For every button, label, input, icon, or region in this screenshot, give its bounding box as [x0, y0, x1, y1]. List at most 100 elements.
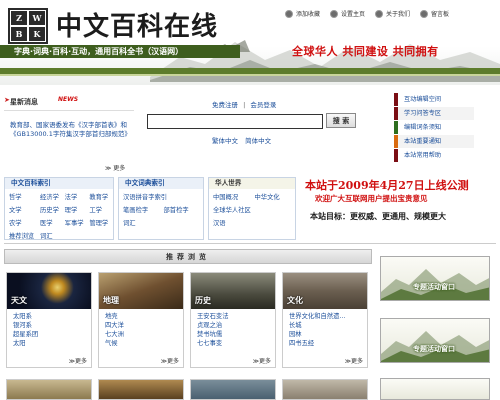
card-more-link[interactable]: ≫更多 — [345, 356, 363, 365]
card-link[interactable]: 七大洲 — [105, 330, 177, 339]
card-link[interactable]: 四书五经 — [289, 339, 361, 348]
recommend-card[interactable]: 天文 太阳系 银河系 超星系团 太阳 ≫更多 — [6, 272, 92, 368]
side-menu-item[interactable]: 互动编辑空间 — [394, 93, 474, 106]
encyclopedia-index: 中文百科索引 哲学 经济学 法学 教育学 文学 历史学 理学 工学 农学 医学 … — [4, 177, 114, 240]
card-link[interactable]: 七七事变 — [197, 339, 269, 348]
category-link[interactable]: 哲学 — [9, 192, 35, 201]
logo-letter: Z — [10, 10, 28, 26]
category-link[interactable]: 法学 — [65, 192, 85, 201]
top-link-label: 添加收藏 — [296, 11, 321, 18]
side-menu-item[interactable]: 本站常用帮助 — [394, 149, 474, 162]
card-label: 天文 — [11, 296, 27, 305]
login-link[interactable]: 会员登录 — [250, 101, 276, 109]
news-more-label: 更多 — [113, 165, 126, 172]
card-label: 地理 — [103, 296, 119, 305]
recommend-card-partial[interactable] — [98, 379, 184, 400]
top-link-label: 留言板 — [431, 11, 450, 18]
register-link[interactable]: 免费注册 — [212, 101, 238, 109]
slogan: 全球华人 共同建设 共同拥有 — [292, 45, 439, 58]
search-button[interactable]: 搜 索 — [326, 113, 356, 128]
category-link[interactable]: 部首检字 — [164, 205, 200, 214]
side-menu-item[interactable]: 学习问答专区 — [394, 107, 474, 120]
card-link[interactable]: 银河系 — [13, 321, 85, 330]
category-link[interactable]: 词汇 — [40, 231, 60, 240]
event-banner[interactable]: 专题活动窗口 — [380, 318, 490, 363]
card-link[interactable]: 长城 — [289, 321, 361, 330]
category-link[interactable]: 汉语拼音字索引 — [123, 192, 199, 201]
card-link[interactable]: 太阳 — [13, 339, 85, 348]
card-link[interactable]: 气候 — [105, 339, 177, 348]
category-link[interactable]: 词汇 — [123, 218, 159, 227]
category-link[interactable]: 军事学 — [65, 218, 85, 227]
auth-separator: | — [243, 101, 246, 109]
event-banner-partial[interactable] — [380, 378, 490, 400]
card-link[interactable]: 太阳系 — [13, 312, 85, 321]
category-link[interactable]: 理学 — [65, 205, 85, 214]
category-link[interactable]: 教育学 — [89, 192, 109, 201]
home-icon — [330, 9, 339, 18]
announcement-subtitle: 欢迎广大互联网用户提出宝贵意见 — [315, 194, 428, 203]
card-more-link[interactable]: ≫更多 — [161, 356, 179, 365]
arrow-icon: ➤ — [4, 96, 10, 104]
category-links: 中国概况 中华文化 全球华人社区 汉语 — [209, 189, 295, 230]
card-link[interactable]: 贞观之治 — [197, 321, 269, 330]
traditional-chinese-link[interactable]: 繁体中文 — [212, 137, 238, 145]
card-link[interactable]: 地壳 — [105, 312, 177, 321]
search-input[interactable] — [147, 114, 323, 129]
category-link[interactable]: 汉语 — [213, 218, 250, 227]
category-link[interactable]: 经济学 — [40, 192, 60, 201]
category-link[interactable]: 全球华人社区 — [213, 205, 291, 214]
logo-letter: B — [10, 26, 28, 42]
card-link[interactable]: 世界文化和自然遗... — [289, 312, 361, 321]
recommend-card[interactable]: 文化 世界文化和自然遗... 长城 园林 四书五经 ≫更多 — [282, 272, 368, 368]
category-title: 中文词典索引 — [119, 178, 203, 189]
add-favorite-link[interactable]: 添加收藏 — [285, 9, 320, 18]
card-link[interactable]: 园林 — [289, 330, 361, 339]
card-link[interactable]: 四大洋 — [105, 321, 177, 330]
event-label: 专题活动窗口 — [413, 345, 455, 353]
simplified-chinese-link[interactable]: 简体中文 — [245, 137, 271, 145]
news-more-link[interactable]: ≫ 更多 — [105, 163, 125, 172]
news-item[interactable]: 教育部、国家语委发布《汉字部首表》和《GB13000.1字符集汉字部首归部规范》 — [10, 121, 131, 139]
tagline-bar: 字典·词典·百科·互动，通用百科全书（汉语网） — [0, 45, 240, 58]
card-more-label: 更多 — [166, 358, 179, 365]
top-links: 添加收藏 设置主页 关于我们 留言板 — [285, 9, 449, 18]
recommend-card[interactable]: 历史 王安石变法 贞观之治 焚书坑儒 七七事变 ≫更多 — [190, 272, 276, 368]
set-homepage-link[interactable]: 设置主页 — [330, 9, 365, 18]
card-links: 太阳系 银河系 超星系团 太阳 — [7, 309, 91, 351]
news-divider — [4, 110, 134, 111]
card-more-label: 更多 — [74, 358, 87, 365]
side-menu-item[interactable]: 本站重要通知 — [394, 135, 474, 148]
recommend-card-partial[interactable] — [6, 379, 92, 400]
card-more-label: 更多 — [350, 358, 363, 365]
card-link[interactable]: 王安石变法 — [197, 312, 269, 321]
section-divider — [4, 243, 496, 244]
category-link[interactable]: 推荐浏览 — [9, 231, 35, 240]
category-link[interactable]: 历史学 — [40, 205, 60, 214]
guestbook-link[interactable]: 留言板 — [420, 9, 449, 18]
recommend-card[interactable]: 地理 地壳 四大洋 七大洲 气候 ≫更多 — [98, 272, 184, 368]
event-banner[interactable]: 专题活动窗口 — [380, 256, 490, 301]
card-more-link[interactable]: ≫更多 — [69, 356, 87, 365]
recommend-card-partial[interactable] — [190, 379, 276, 400]
card-more-link[interactable]: ≫更多 — [253, 356, 271, 365]
category-link[interactable]: 工学 — [89, 205, 109, 214]
card-link[interactable]: 焚书坑儒 — [197, 330, 269, 339]
category-link[interactable]: 笔画检字 — [123, 205, 159, 214]
auth-links: 免费注册 | 会员登录 — [212, 99, 276, 109]
category-link[interactable]: 管理学 — [89, 218, 109, 227]
category-title: 华人世界 — [209, 178, 295, 189]
chinese-world-index: 华人世界 中国概况 中华文化 全球华人社区 汉语 — [208, 177, 296, 240]
category-link[interactable]: 农学 — [9, 218, 35, 227]
side-menu-item[interactable]: 编辑词条须知 — [394, 121, 474, 134]
category-link[interactable]: 中华文化 — [255, 192, 292, 201]
header-divider-light — [0, 74, 500, 76]
card-label: 文化 — [287, 296, 303, 305]
category-link[interactable]: 文学 — [9, 205, 35, 214]
about-us-link[interactable]: 关于我们 — [375, 9, 410, 18]
category-link[interactable]: 中国概况 — [213, 192, 250, 201]
recommend-card-partial[interactable] — [282, 379, 368, 400]
site-logo[interactable]: Z W B K — [8, 8, 48, 44]
category-link[interactable]: 医学 — [40, 218, 60, 227]
card-link[interactable]: 超星系团 — [13, 330, 85, 339]
